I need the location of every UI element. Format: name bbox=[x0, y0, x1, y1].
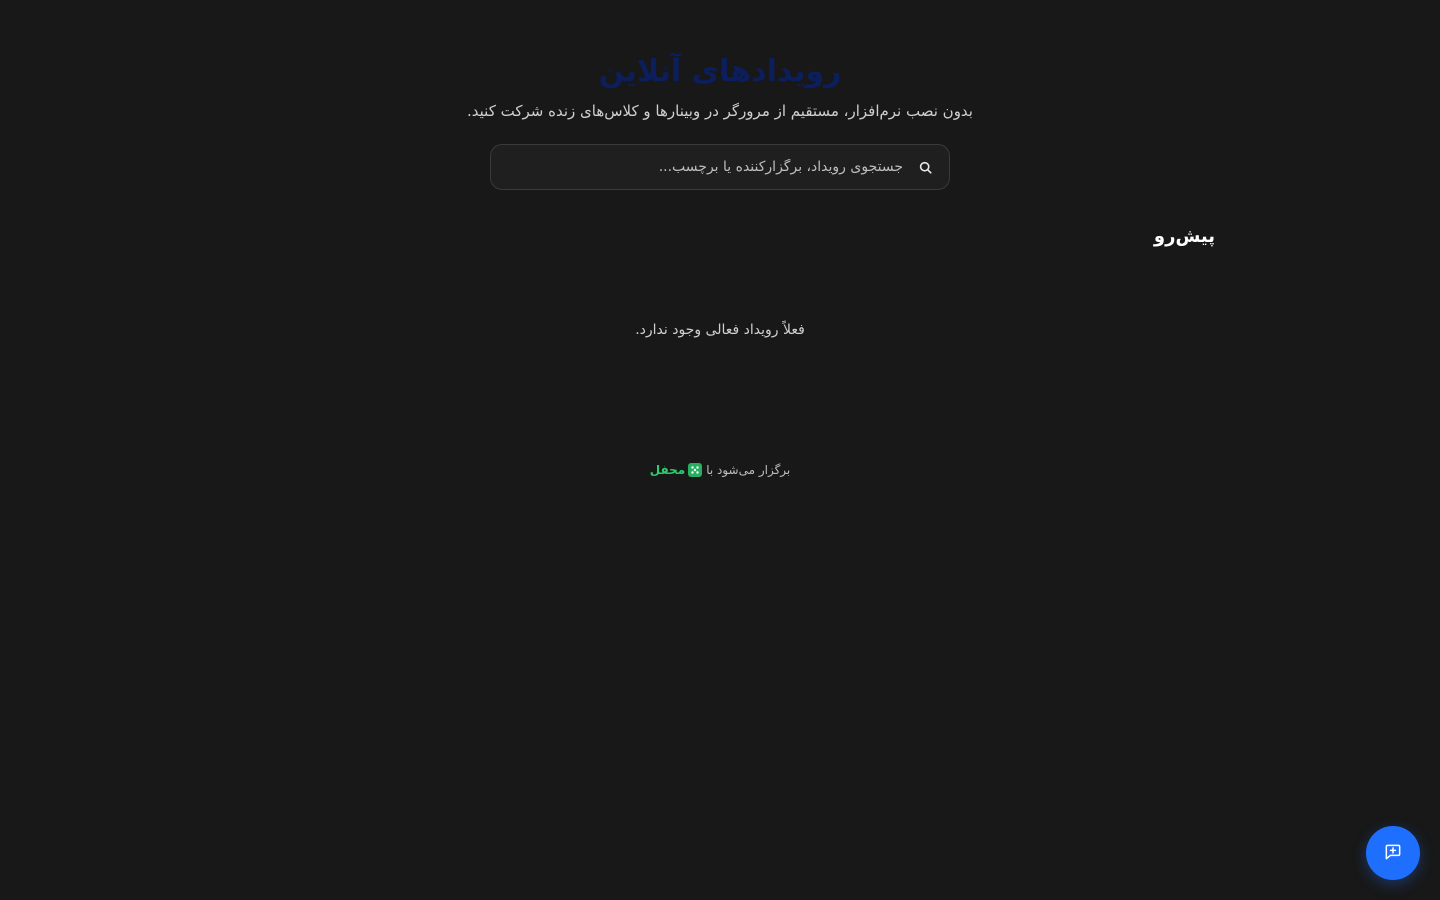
page-title: رویدادهای آنلاین bbox=[598, 54, 842, 89]
search-icon[interactable] bbox=[917, 159, 933, 175]
empty-state-message: فعلاً رویداد فعالی وجود ندارد. bbox=[635, 322, 805, 338]
search-box[interactable] bbox=[490, 144, 950, 190]
mahfel-logo-icon bbox=[688, 463, 703, 477]
page-subtitle: بدون نصب نرم‌افزار، مستقیم از مرورگر در … bbox=[467, 102, 973, 120]
upcoming-section-title: پیش‌رو bbox=[1153, 226, 1215, 247]
hero-section: رویدادهای آنلاین بدون نصب نرم‌افزار، مست… bbox=[0, 52, 1440, 122]
mahfel-brand-link[interactable]: محفل bbox=[649, 460, 703, 480]
powered-by-text: برگزار می‌شود با bbox=[706, 463, 791, 477]
powered-by-footer: برگزار می‌شود با محفل bbox=[0, 460, 1440, 480]
events-page: رویدادهای آنلاین بدون نصب نرم‌افزار، مست… bbox=[0, 0, 1440, 900]
mahfel-brand-name: محفل bbox=[649, 463, 686, 477]
chat-add-icon bbox=[1383, 842, 1403, 865]
chat-button[interactable] bbox=[1366, 826, 1420, 880]
search-input[interactable] bbox=[507, 144, 905, 190]
